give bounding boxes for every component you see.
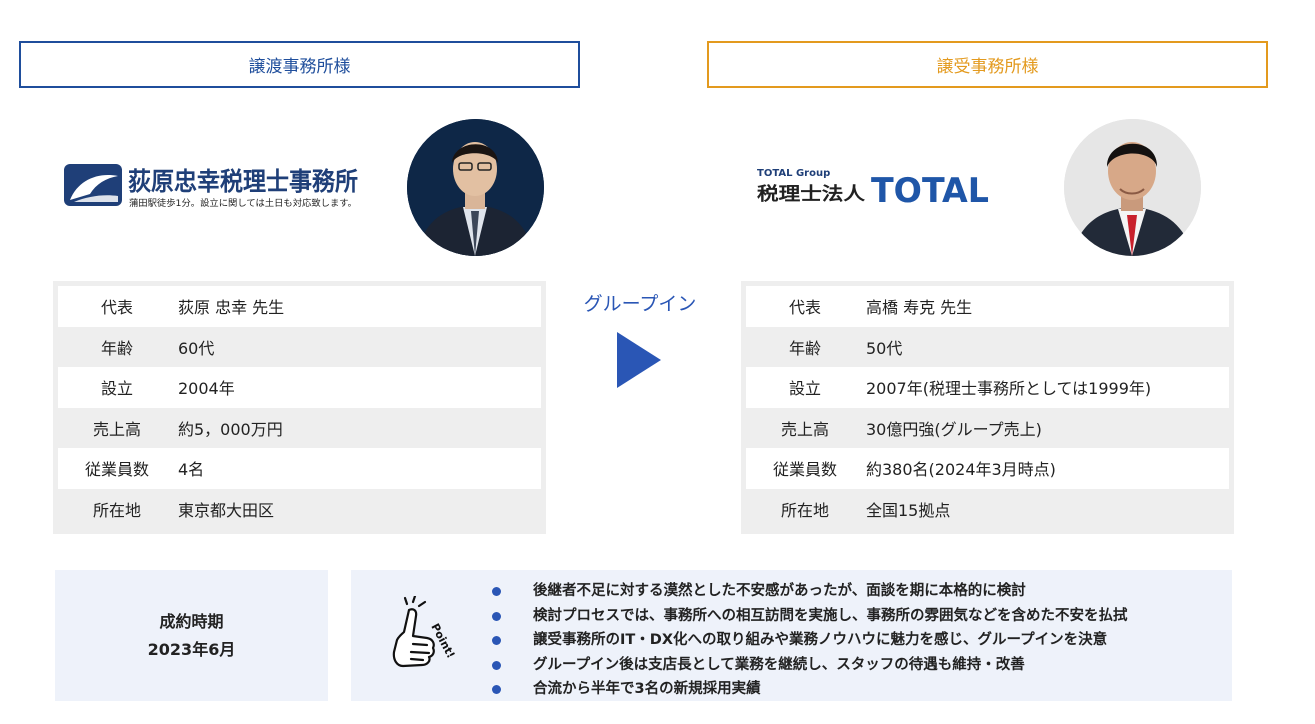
row-label: 従業員数 xyxy=(84,460,149,480)
bullet-icon xyxy=(492,611,501,621)
transferee-logo-name: 税理士法人 xyxy=(757,183,866,205)
closing-date-label: 成約時期 xyxy=(159,611,224,631)
row-label: 年齢 xyxy=(100,338,133,358)
row-label: 売上高 xyxy=(780,419,829,439)
point-text: 後継者不足に対する漠然とした不安感があったが、面談を期に本格的に検討 xyxy=(533,583,1026,599)
transferor-info-table: 代表 荻原 忠幸 先生 年齢 60代 設立 2004年 売上高 約5，000万円 従業員… xyxy=(53,281,546,534)
transferor-logo-tagline: 蒲田駅徒歩1分。設立に関しては土日も対応致します。 xyxy=(129,197,357,209)
table-row: 設立 2004年 xyxy=(58,367,541,408)
table-row: 設立 2007年(税理士事務所としては1999年) xyxy=(746,367,1229,408)
closing-date-value: 2023年6月 xyxy=(147,639,236,659)
list-item: 合流から半年で3名の新規採用実績 xyxy=(489,677,1128,702)
bullet-icon xyxy=(492,685,501,694)
pointing-hand-icon: Point! xyxy=(392,596,457,668)
bullet-icon xyxy=(492,636,501,645)
row-value: 荻原 忠幸 先生 xyxy=(178,298,285,318)
row-label: 代表 xyxy=(100,298,133,318)
closing-date-box: 成約時期 2023年6月 xyxy=(55,570,328,701)
table-row: 売上高 30億円強(グループ売上) xyxy=(746,408,1229,449)
row-label: 設立 xyxy=(788,379,821,399)
transferee-title: 譲受事務所様 xyxy=(707,41,1268,88)
point-text: 譲受事務所のIT・DX化への取り組みや業務ノウハウに魅力を感じ、グループインを決… xyxy=(533,632,1108,648)
table-row: 年齢 50代 xyxy=(746,327,1229,368)
point-text: 合流から半年で3名の新規採用実績 xyxy=(533,681,761,697)
point-text: 検討プロセスでは、事務所への相互訪問を実施し、事務所の雰囲気などを含めた不安を払… xyxy=(533,607,1128,624)
row-value: 60代 xyxy=(178,338,215,358)
table-row: 代表 高橋 寿克 先生 xyxy=(746,286,1229,327)
row-label: 代表 xyxy=(788,298,821,318)
transferee-logo-group: TOTAL Group xyxy=(757,168,830,179)
point-list: 後継者不足に対する漠然とした不安感があったが、面談を期に本格的に検討 検討プロセ… xyxy=(489,579,1128,702)
list-item: 譲受事務所のIT・DX化への取り組みや業務ノウハウに魅力を感じ、グループインを決… xyxy=(489,628,1128,653)
row-label: 年齢 xyxy=(788,338,821,358)
table-row: 年齢 60代 xyxy=(58,327,541,368)
list-item: グループイン後は支店長として業務を継続し、スタッフの待遇も維持・改善 xyxy=(489,653,1128,678)
transferor-title: 譲渡事務所様 xyxy=(19,41,580,88)
row-value: 全国15拠点 xyxy=(866,500,951,520)
row-value: 約380名(2024年3月時点) xyxy=(866,460,1056,480)
transferor-portrait xyxy=(407,119,544,256)
list-item: 検討プロセスでは、事務所への相互訪問を実施し、事務所の雰囲気などを含めた不安を払… xyxy=(489,604,1128,629)
table-row: 売上高 約5，000万円 xyxy=(58,408,541,449)
transferee-portrait xyxy=(1064,119,1201,256)
row-value: 50代 xyxy=(866,338,903,358)
bullet-icon xyxy=(492,587,501,596)
row-label: 所在地 xyxy=(780,500,829,520)
table-row: 従業員数 4名 xyxy=(58,448,541,489)
table-row: 従業員数 約380名(2024年3月時点) xyxy=(746,448,1229,489)
row-label: 売上高 xyxy=(92,419,141,439)
table-row: 所在地 全国15拠点 xyxy=(746,489,1229,530)
row-label: 設立 xyxy=(100,379,133,399)
transferee-logo: TOTAL Group 税理士法人 TOTAL xyxy=(757,168,989,206)
row-value: 2007年(税理士事務所としては1999年) xyxy=(866,379,1152,399)
row-value: 30億円強(グループ売上) xyxy=(866,419,1042,439)
transferor-logo: 荻原忠幸税理士事務所 蒲田駅徒歩1分。設立に関しては土日も対応致します。 xyxy=(64,164,358,209)
bullet-icon xyxy=(492,660,501,670)
right-arrow-icon xyxy=(617,332,661,388)
transferee-logo-brand: TOTAL xyxy=(871,171,989,206)
list-item: 後継者不足に対する漠然とした不安感があったが、面談を期に本格的に検討 xyxy=(489,579,1128,604)
row-value: 高橋 寿克 先生 xyxy=(866,298,973,318)
transferor-logo-name: 荻原忠幸税理士事務所 xyxy=(128,167,358,196)
row-value: 4名 xyxy=(178,460,205,480)
row-value: 約5，000万円 xyxy=(178,419,283,439)
row-value: 東京都大田区 xyxy=(178,500,275,520)
group-in-label: グループイン xyxy=(583,293,697,315)
transferee-info-table: 代表 高橋 寿克 先生 年齢 50代 設立 2007年(税理士事務所としては1999年… xyxy=(741,281,1234,534)
row-label: 所在地 xyxy=(92,500,141,520)
row-value: 2004年 xyxy=(178,379,235,399)
point-box: Point! 後継者不足に対する漠然とした不安感があったが、面談を期に本格的に検… xyxy=(351,570,1232,701)
point-text: グループイン後は支店長として業務を継続し、スタッフの待遇も維持・改善 xyxy=(533,656,1025,673)
row-label: 従業員数 xyxy=(772,460,837,480)
table-row: 所在地 東京都大田区 xyxy=(58,489,541,530)
table-row: 代表 荻原 忠幸 先生 xyxy=(58,286,541,327)
